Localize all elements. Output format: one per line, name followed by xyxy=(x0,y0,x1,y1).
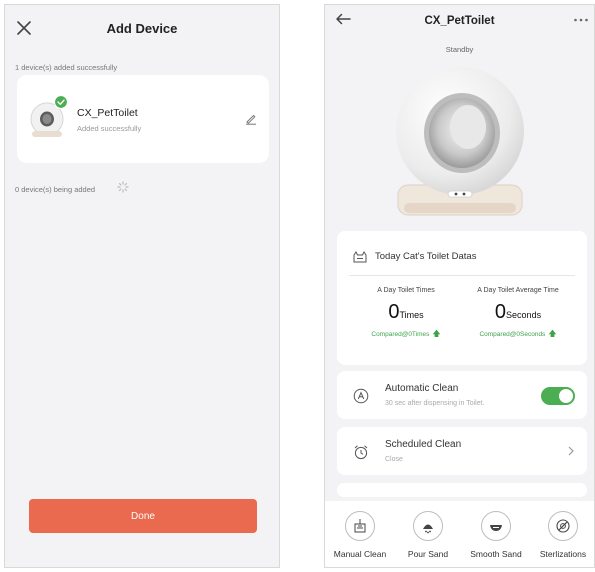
pour-sand-icon xyxy=(423,524,433,534)
action-label: Sterlizations xyxy=(539,549,587,559)
smooth-sand-button[interactable]: Smooth Sand xyxy=(463,511,529,559)
more-icon[interactable] xyxy=(573,17,589,23)
average-time-stat: A Day Toilet Average Time 0Seconds Compa… xyxy=(463,287,573,342)
stat-compare: Compared@0Seconds 🡅 xyxy=(463,328,573,342)
device-name: CX_PetToilet xyxy=(77,107,138,119)
device-added-status: Added successfully xyxy=(77,124,142,133)
toggle-knob xyxy=(559,389,573,403)
automatic-clean-toggle[interactable] xyxy=(541,387,575,405)
stat-label: A Day Toilet Average Time xyxy=(477,287,559,294)
stat-unit: Times xyxy=(399,310,424,320)
action-bar: Manual Clean Pour Sand Smooth Sand Sterl… xyxy=(325,501,594,567)
adding-status-text: 0 device(s) being added xyxy=(15,185,96,194)
device-thumbnail xyxy=(30,95,69,137)
done-button[interactable]: Done xyxy=(29,499,257,533)
sterilization-icon xyxy=(556,519,570,533)
page-title: CX_PetToilet xyxy=(424,15,495,27)
device-image xyxy=(396,67,524,216)
spinner-icon xyxy=(117,181,129,193)
stat-compare-text: Compared@0Seconds xyxy=(479,331,546,338)
edit-icon[interactable] xyxy=(245,113,257,125)
stat-value: 0 xyxy=(494,301,507,323)
toilet-stats-card: Today Cat's Toilet Datas A Day Toilet Ti… xyxy=(337,231,587,365)
stat-value: 0 xyxy=(388,301,400,323)
arrow-up-icon: 🡅 xyxy=(432,329,441,338)
stat-compare: Compared@0Times 🡅 xyxy=(351,328,461,342)
add-device-header: Add Device xyxy=(5,5,279,51)
manual-clean-button[interactable]: Manual Clean xyxy=(327,511,393,559)
pour-sand-button[interactable]: Pour Sand xyxy=(395,511,461,559)
action-circle xyxy=(413,511,443,541)
check-badge-icon xyxy=(53,95,69,110)
action-label: Manual Clean xyxy=(333,549,387,559)
automatic-clean-title: Automatic Clean xyxy=(385,383,459,394)
scheduled-clean-title: Scheduled Clean xyxy=(385,439,462,450)
broom-icon xyxy=(354,519,366,533)
automatic-clean-row: Automatic Clean 30 sec after dispensing … xyxy=(337,371,587,419)
add-device-screen: Add Device 1 device(s) added successfull… xyxy=(4,4,280,568)
device-status: Standby xyxy=(445,45,474,54)
automatic-clean-subtitle: 30 sec after dispensing in Toilet. xyxy=(385,400,485,407)
action-label: Pour Sand xyxy=(407,549,449,559)
smooth-sand-icon xyxy=(490,525,502,531)
scheduled-clean-subtitle: Close xyxy=(385,456,403,463)
added-status-text: 1 device(s) added successfully xyxy=(15,63,118,72)
divider xyxy=(349,275,575,276)
stat-unit: Seconds xyxy=(506,310,542,320)
auto-mode-icon xyxy=(353,388,369,404)
sterilization-button[interactable]: Sterlizations xyxy=(530,511,594,559)
stat-compare-text: Compared@0Times xyxy=(371,331,430,338)
device-hero: CX_PetToilet Standby xyxy=(325,5,594,231)
alarm-clock-icon xyxy=(354,445,368,460)
toilet-times-stat: A Day Toilet Times 0Times Compared@0Time… xyxy=(351,287,461,342)
device-control-screen: CX_PetToilet Standby Today Cat's Toilet … xyxy=(324,4,595,568)
device-card[interactable]: CX_PetToilet Added successfully xyxy=(17,75,269,163)
scheduled-clean-row[interactable]: Scheduled Clean Close xyxy=(337,427,587,475)
arrow-up-icon: 🡅 xyxy=(548,329,557,338)
next-settings-row[interactable] xyxy=(337,483,587,497)
action-label: Smooth Sand xyxy=(470,549,522,559)
chevron-right-icon xyxy=(568,446,574,456)
stats-title: Today Cat's Toilet Datas xyxy=(375,251,477,262)
cat-toilet-icon xyxy=(353,251,367,263)
page-title: Add Device xyxy=(106,21,178,36)
action-circle xyxy=(548,511,578,541)
action-circle xyxy=(345,511,375,541)
action-circle xyxy=(481,511,511,541)
stat-label: A Day Toilet Times xyxy=(377,287,435,294)
